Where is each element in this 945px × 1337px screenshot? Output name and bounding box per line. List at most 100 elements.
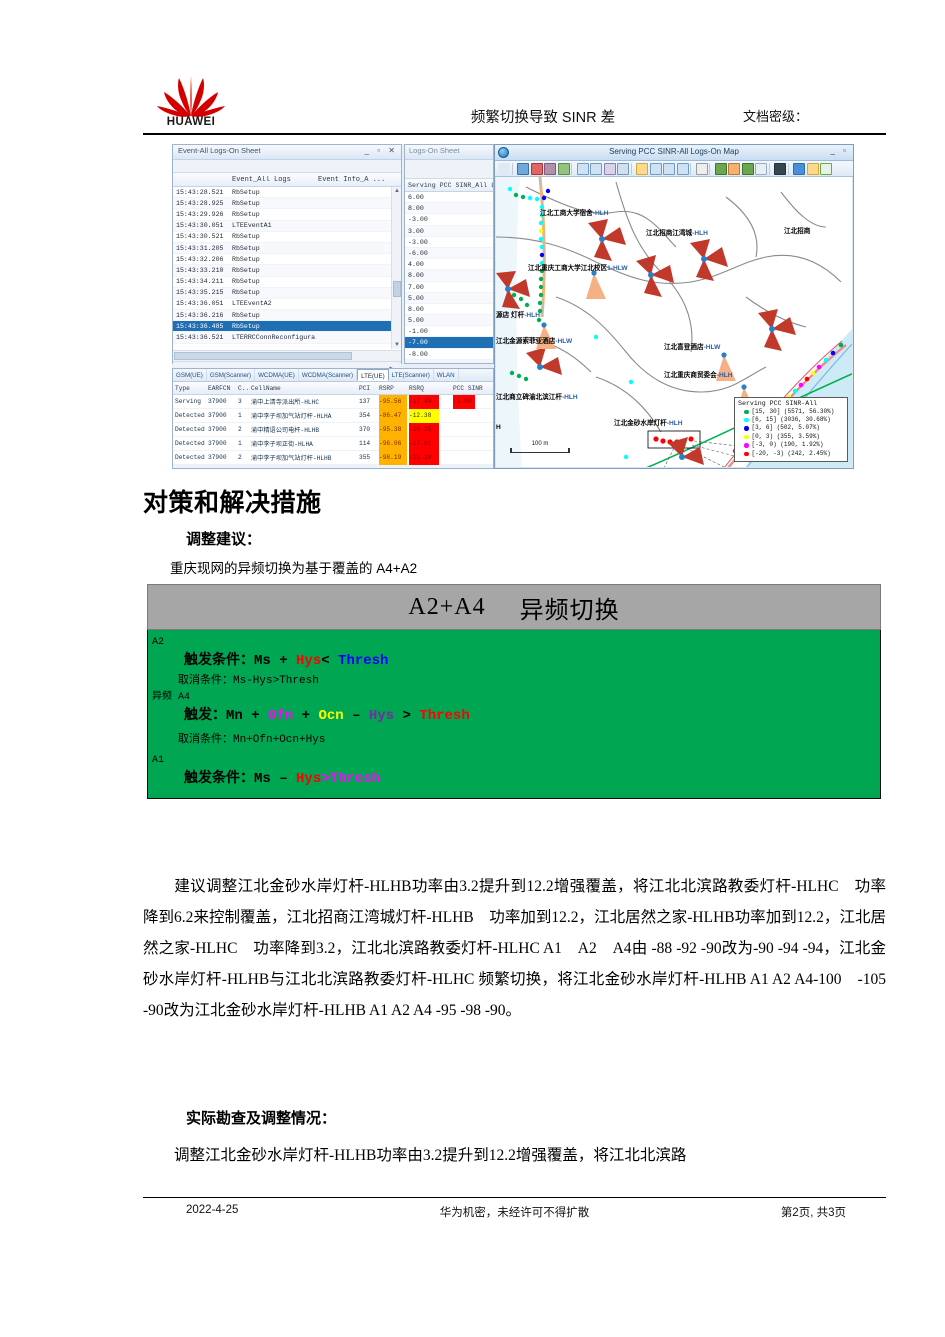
list-item[interactable]: 8.00 — [405, 304, 493, 316]
log-event: RbSetup — [232, 199, 260, 207]
zoom-in-icon[interactable] — [576, 162, 589, 175]
table-row[interactable]: Detected 37900 1 渝中李子坝加气站灯杆-HLHA 354 -86… — [173, 408, 493, 423]
cell-sinr: -2.00 — [451, 394, 491, 409]
table-row[interactable]: 15:43:36.485 RbSetup — [173, 321, 401, 333]
map-label-9: 江北金砂水岸灯杆-HLH — [614, 418, 683, 427]
table-row[interactable]: Serving 37900 3 渝中上清寺派出所-HLHC 137 -95.56… — [173, 394, 493, 409]
table-row[interactable]: 15:43:36.051 LTEEventA2 — [173, 299, 401, 311]
vscroll-thumb[interactable] — [393, 280, 401, 297]
list-item[interactable]: -3.00 — [405, 214, 493, 226]
table-row[interactable]: 15:43:28.521 RbSetup — [173, 187, 401, 199]
poly-select-icon[interactable] — [676, 162, 689, 175]
scroll-up-icon[interactable]: ▲ — [394, 188, 400, 194]
a1-trigger-prefix: 触发条件：Ms – — [184, 771, 288, 787]
binoculars-icon[interactable] — [774, 162, 786, 175]
table-row[interactable]: 15:43:29.926 RbSetup — [173, 209, 401, 221]
document-page: HUAWEI 频繁切换导致 SINR 差 文档密级： Event-All Log… — [0, 0, 945, 1337]
cell-table-rows: Serving 37900 3 渝中上清寺派出所-HLHC 137 -95.56… — [173, 394, 493, 465]
cell-name: 渝中上清寺派出所-HLHC — [251, 399, 320, 406]
map-canvas[interactable]: 江北工商大学宿舍-HLH 江北重庆工商大学江北校区1-HLW 江北招商江湾城-H… — [496, 177, 852, 467]
tab-lteue[interactable]: LTE(UE) — [357, 369, 389, 381]
a4-gt: > — [402, 708, 411, 724]
table-row[interactable]: 15:43:28.925 RbSetup — [173, 198, 401, 210]
log-event: RbSetup — [232, 289, 260, 297]
table-row[interactable]: 15:43:34.211 RbSetup — [173, 277, 401, 288]
scatter-icon[interactable] — [755, 162, 767, 175]
table-row[interactable]: Detected 37900 2 渝中李子坝加气站灯杆-HLHB 355 -98… — [173, 450, 493, 465]
import-icon[interactable] — [741, 162, 754, 175]
cell-earfcn: 37900 — [208, 398, 227, 405]
list-item[interactable]: -1.00 — [405, 326, 493, 338]
event-log-window-buttons[interactable]: _ ▫ ✕ — [365, 146, 398, 155]
pointer-tool-icon[interactable] — [498, 162, 510, 175]
col-rsrp: RSRP — [379, 384, 394, 392]
list-item[interactable]: 8.00 — [405, 203, 493, 215]
tab-gsmscanner[interactable]: GSM(Scanner) — [207, 369, 256, 381]
list-item[interactable]: -7.00 — [405, 337, 493, 349]
map-toolbar[interactable] — [495, 161, 853, 177]
map-scale-line — [510, 452, 570, 453]
list-item[interactable]: 6.00 — [405, 192, 493, 204]
table-view-icon[interactable] — [695, 162, 708, 175]
cell-table-tabs[interactable]: GSM(UE) GSM(Scanner) WCDMA(UE) WCDMA(Scanne… — [173, 369, 493, 382]
table-row[interactable]: 15:43:30.051 LTEEventA1 — [173, 220, 401, 232]
scroll-down-icon[interactable]: ▼ — [394, 342, 400, 348]
list-item[interactable]: 4.00 — [405, 259, 493, 271]
map-window-buttons[interactable]: _ ▫ — [830, 146, 849, 155]
event-log-vscrollbar[interactable]: ▲ ▼ — [391, 187, 401, 349]
tab-wcdmaue[interactable]: WCDMA(UE) — [255, 369, 299, 381]
table-row[interactable]: 15:43:31.205 RbSetup — [173, 242, 401, 255]
list-item[interactable]: -3.00 — [405, 237, 493, 248]
a4-minus: – — [352, 708, 361, 724]
list-item[interactable]: 7.00 — [405, 282, 493, 293]
circle-select-icon[interactable] — [663, 162, 675, 175]
table-row[interactable]: 15:43:33.210 RbSetup — [173, 265, 401, 277]
hscroll-thumb[interactable] — [174, 352, 352, 360]
grid-layer-icon[interactable] — [557, 162, 570, 175]
table-row[interactable]: 15:43:36.216 RbSetup — [173, 310, 401, 322]
tab-ltescanner[interactable]: LTE(Scanner) — [389, 369, 434, 381]
export-icon[interactable] — [728, 162, 740, 175]
table-row[interactable]: 15:43:36.521 LTERRCConnReconfigurat — [173, 332, 401, 344]
raster-tool-icon[interactable] — [530, 162, 543, 175]
tab-wcdmascanner[interactable]: WCDMA(Scanner) — [299, 369, 358, 381]
table-row[interactable]: Detected 37900 2 渝中精语公司电杆-HLHB 370 -95.3… — [173, 422, 493, 437]
rect-select-icon[interactable] — [649, 162, 662, 175]
col-event: Event_All Logs — [232, 175, 291, 184]
table-row[interactable]: 15:43:30.521 RbSetup — [173, 232, 401, 243]
fit-extent-icon[interactable] — [617, 162, 629, 175]
log-event: RbSetup — [232, 278, 260, 286]
list-item[interactable]: 3.00 — [405, 225, 493, 237]
legend-label: [0, 3) (355, 3.59%) — [751, 432, 820, 440]
layer-tool-icon[interactable] — [517, 162, 529, 175]
table-row[interactable]: 15:43:35.215 RbSetup — [173, 287, 401, 299]
event-log-hscrollbar[interactable] — [173, 350, 401, 361]
log-time: 15:43:29.926 — [176, 210, 224, 218]
table-row[interactable]: 15:43:32.206 RbSetup — [173, 254, 401, 266]
legend-swatch-icon — [744, 417, 749, 423]
event-log-title: Event-All Logs-On Sheet — [178, 146, 261, 155]
region-tool-icon[interactable] — [544, 162, 556, 175]
a2a4-handover-box: A2+A4 异频切换 A2 触发条件：Ms + Hys< Thresh 取消条件… — [147, 584, 881, 799]
log-time: 15:43:32.206 — [176, 255, 224, 263]
tab-gsmue[interactable]: GSM(UE) — [173, 369, 207, 381]
legend-icon[interactable] — [714, 162, 727, 175]
list-item[interactable]: 8.00 — [405, 270, 493, 282]
properties-icon[interactable] — [806, 162, 819, 175]
list-item[interactable]: -6.00 — [405, 247, 493, 260]
col-type: Type — [175, 384, 190, 392]
huawei-wordmark: HUAWEI — [166, 116, 216, 128]
map-titlebar: Serving PCC SINR-All Logs-On Map _ ▫ — [495, 145, 853, 161]
table-row[interactable]: Detected 37900 1 渝中李子坝正街-HLHA 114 -96.06… — [173, 436, 493, 451]
pan-hand-icon[interactable] — [603, 162, 616, 175]
map-label-8: 江北商立碑渝北滨江杆-HLH — [496, 392, 578, 401]
grid-toggle-icon[interactable] — [820, 162, 832, 175]
globe-layer-icon[interactable] — [793, 162, 805, 175]
list-item[interactable]: 5.00 — [405, 315, 493, 327]
list-item[interactable]: 5.00 — [405, 292, 493, 304]
tab-wlan[interactable]: WLAN — [434, 369, 459, 381]
zoom-out-icon[interactable] — [590, 162, 602, 175]
toolbar-separator — [511, 162, 516, 175]
list-item[interactable]: -8.00 — [405, 349, 493, 360]
select-tool-icon[interactable] — [636, 162, 648, 175]
